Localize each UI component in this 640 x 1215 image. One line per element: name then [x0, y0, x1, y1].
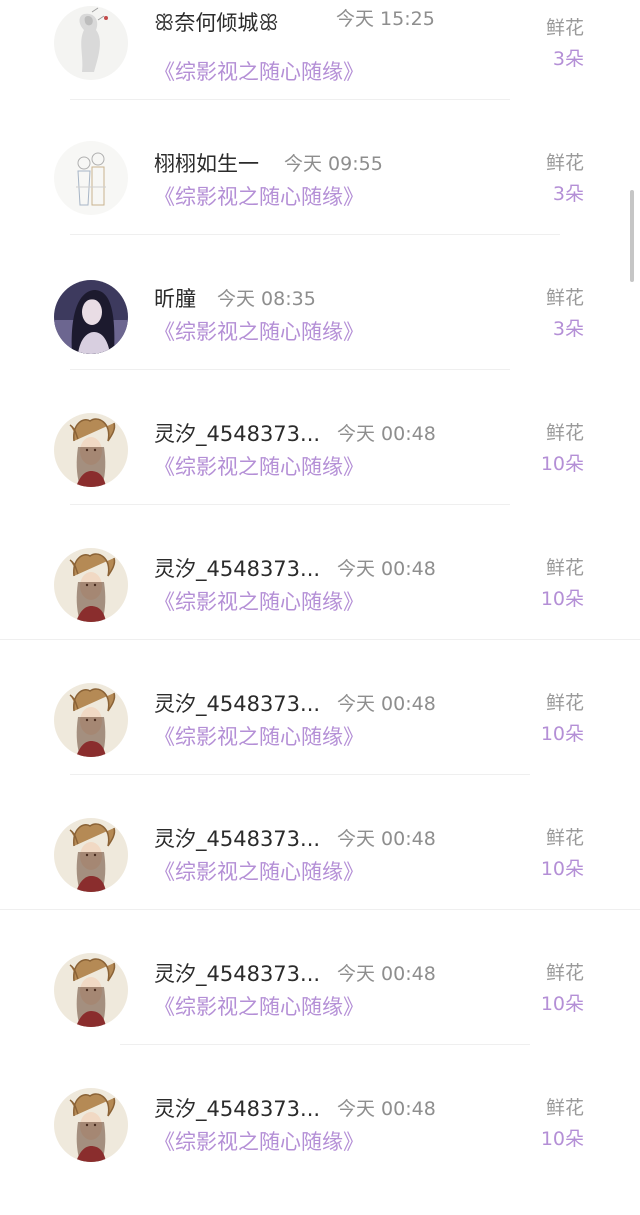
avatar[interactable]: [54, 548, 128, 622]
book-title[interactable]: 《综影视之随心随缘》: [154, 724, 364, 750]
list-item[interactable]: 昕朣 今天 08:35 《综影视之随心随缘》 鲜花 3朵: [0, 270, 640, 405]
gift-count: 3朵: [552, 48, 584, 70]
avatar[interactable]: [54, 818, 128, 892]
avatar[interactable]: [54, 141, 128, 215]
avatar[interactable]: [54, 280, 128, 354]
book-title[interactable]: 《综影视之随心随缘》: [154, 319, 364, 345]
book-title[interactable]: 《综影视之随心随缘》: [154, 994, 364, 1020]
book-title[interactable]: 《综影视之随心随缘》: [154, 589, 364, 615]
user-name[interactable]: 灵汐_4548373...: [154, 691, 320, 717]
timestamp: 今天 00:48: [337, 828, 436, 850]
flourish-right-icon: ꕥ: [258, 11, 279, 36]
timestamp: 今天 00:48: [337, 423, 436, 445]
book-title[interactable]: 《综影视之随心随缘》: [154, 59, 364, 85]
divider: [0, 639, 640, 640]
list-item[interactable]: 灵汐_4548373... 今天 00:48 《综影视之随心随缘》 鲜花 10朵: [0, 675, 640, 810]
book-title[interactable]: 《综影视之随心随缘》: [154, 859, 364, 885]
avatar[interactable]: [54, 1088, 128, 1162]
gift-type-label: 鲜花: [545, 17, 584, 39]
list-item[interactable]: 灵汐_4548373... 今天 00:48 《综影视之随心随缘》 鲜花 10朵: [0, 945, 640, 1080]
gift-type-label: 鲜花: [545, 287, 584, 309]
gift-type-label: 鲜花: [545, 152, 584, 174]
timestamp: 今天 00:48: [337, 693, 436, 715]
gift-type-label: 鲜花: [545, 422, 584, 444]
book-title[interactable]: 《综影视之随心随缘》: [154, 1129, 364, 1155]
divider: [70, 774, 530, 775]
divider: [0, 909, 640, 910]
timestamp: 今天 00:48: [337, 558, 436, 580]
divider: [120, 1044, 530, 1045]
gift-count: 10朵: [540, 588, 584, 610]
gift-count: 3朵: [552, 318, 584, 340]
gift-count: 10朵: [540, 993, 584, 1015]
list-item[interactable]: 灵汐_4548373... 今天 00:48 《综影视之随心随缘》 鲜花 10朵: [0, 405, 640, 540]
user-name[interactable]: ꕥ奈何倾城ꕥ: [154, 10, 279, 37]
gift-count: 10朵: [540, 1128, 584, 1150]
gift-count: 3朵: [552, 183, 584, 205]
timestamp: 今天 00:48: [337, 1098, 436, 1120]
list-item[interactable]: 灵汐_4548373... 今天 00:48 《综影视之随心随缘》 鲜花 10朵: [0, 810, 640, 945]
divider: [70, 504, 510, 505]
user-name[interactable]: 栩栩如生一: [154, 151, 259, 177]
book-title[interactable]: 《综影视之随心随缘》: [154, 454, 364, 480]
user-name[interactable]: 灵汐_4548373...: [154, 556, 320, 582]
gift-record-list: ꕥ奈何倾城ꕥ 今天 15:25 《综影视之随心随缘》 鲜花 3朵 栩栩如生一 今…: [0, 0, 640, 1172]
gift-type-label: 鲜花: [545, 692, 584, 714]
gift-count: 10朵: [540, 453, 584, 475]
divider: [70, 369, 510, 370]
gift-count: 10朵: [540, 723, 584, 745]
avatar[interactable]: [54, 6, 128, 80]
avatar[interactable]: [54, 413, 128, 487]
user-name[interactable]: 灵汐_4548373...: [154, 826, 320, 852]
gift-type-label: 鲜花: [545, 557, 584, 579]
list-item[interactable]: 栩栩如生一 今天 09:55 《综影视之随心随缘》 鲜花 3朵: [0, 135, 640, 270]
divider: [70, 99, 510, 100]
scrollbar[interactable]: [630, 190, 634, 282]
user-name[interactable]: 灵汐_4548373...: [154, 961, 320, 987]
list-item[interactable]: ꕥ奈何倾城ꕥ 今天 15:25 《综影视之随心随缘》 鲜花 3朵: [0, 0, 640, 135]
flourish-left-icon: ꕥ: [154, 11, 175, 36]
gift-type-label: 鲜花: [545, 1097, 584, 1119]
timestamp: 今天 08:35: [217, 288, 316, 310]
gift-type-label: 鲜花: [545, 827, 584, 849]
avatar[interactable]: [54, 953, 128, 1027]
timestamp: 今天 15:25: [336, 8, 435, 30]
gift-type-label: 鲜花: [545, 962, 584, 984]
user-name[interactable]: 灵汐_4548373...: [154, 421, 320, 447]
timestamp: 今天 09:55: [284, 153, 383, 175]
user-name[interactable]: 灵汐_4548373...: [154, 1096, 320, 1122]
gift-count: 10朵: [540, 858, 584, 880]
list-item[interactable]: 灵汐_4548373... 今天 00:48 《综影视之随心随缘》 鲜花 10朵: [0, 540, 640, 675]
book-title[interactable]: 《综影视之随心随缘》: [154, 184, 364, 210]
timestamp: 今天 00:48: [337, 963, 436, 985]
user-name[interactable]: 昕朣: [154, 286, 196, 312]
list-item[interactable]: 灵汐_4548373... 今天 00:48 《综影视之随心随缘》 鲜花 10朵: [0, 1080, 640, 1215]
divider: [70, 234, 560, 235]
avatar[interactable]: [54, 683, 128, 757]
